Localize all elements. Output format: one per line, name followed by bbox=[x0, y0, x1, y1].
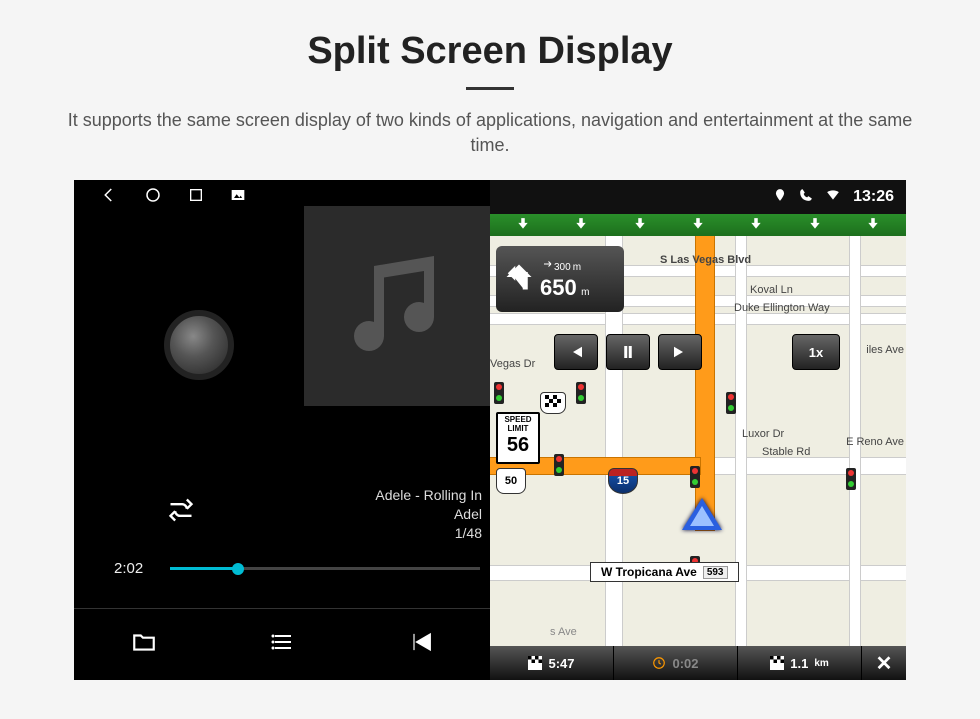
close-button[interactable]: ✕ bbox=[862, 646, 906, 680]
home-icon[interactable] bbox=[144, 186, 162, 209]
road-label: E Reno Ave bbox=[846, 436, 904, 448]
flag-icon bbox=[770, 656, 784, 670]
lane-guidance-bar bbox=[490, 214, 906, 236]
close-icon: ✕ bbox=[876, 651, 893, 676]
sim-next-button[interactable] bbox=[658, 334, 702, 370]
traffic-light-icon bbox=[576, 382, 586, 404]
street-sign-route: 593 bbox=[703, 566, 728, 579]
location-icon bbox=[773, 188, 787, 207]
road-label: iles Ave bbox=[866, 344, 904, 356]
drive-time-cell[interactable]: 0:02 bbox=[614, 646, 738, 680]
music-note-icon bbox=[339, 246, 459, 366]
traffic-light-icon bbox=[690, 466, 700, 488]
speed-limit-sign: SPEED LIMIT 56 bbox=[496, 412, 540, 464]
next-turn-arrow-icon bbox=[540, 257, 552, 275]
title-underline bbox=[466, 87, 514, 90]
album-art bbox=[304, 206, 490, 406]
traffic-light-icon bbox=[554, 454, 564, 476]
road-label: Vegas Dr bbox=[490, 358, 535, 370]
lane-arrow-down bbox=[805, 217, 825, 233]
nav-info-bar: 5:47 0:02 1.1 km ✕ bbox=[490, 646, 906, 680]
status-bar: 13:26 bbox=[490, 180, 906, 214]
turn-instruction: 300 m 650 m bbox=[496, 246, 624, 312]
music-bottom-bar bbox=[74, 608, 490, 680]
street-sign: W Tropicana Ave 593 bbox=[590, 562, 739, 582]
clock-icon bbox=[652, 656, 666, 670]
distance-cell[interactable]: 1.1 km bbox=[738, 646, 862, 680]
track-title: Adele - Rolling In bbox=[375, 486, 482, 505]
road-label: Luxor Dr bbox=[742, 428, 784, 440]
split-screen-device: Adele - Rolling In Adel 1/48 2:02 bbox=[74, 180, 906, 680]
track-artist: Adel bbox=[375, 505, 482, 524]
lane-arrow-down bbox=[746, 217, 766, 233]
turn-dist: 650 bbox=[540, 275, 577, 300]
joystick-control[interactable] bbox=[164, 310, 234, 380]
music-panel: Adele - Rolling In Adel 1/48 2:02 bbox=[74, 180, 490, 680]
clock: 13:26 bbox=[853, 188, 894, 206]
folder-button[interactable] bbox=[129, 629, 159, 660]
turn-left-icon bbox=[504, 262, 534, 297]
lane-arrow-down bbox=[513, 217, 533, 233]
seek-bar[interactable] bbox=[170, 567, 480, 570]
road-label: Stable Rd bbox=[762, 446, 810, 458]
shuffle-button[interactable] bbox=[164, 496, 198, 529]
flag-icon bbox=[528, 656, 542, 670]
lane-arrow-down bbox=[630, 217, 650, 233]
track-counter: 1/48 bbox=[375, 524, 482, 543]
sim-prev-button[interactable] bbox=[554, 334, 598, 370]
route-shield-us50: 50 bbox=[496, 468, 526, 494]
back-icon[interactable] bbox=[100, 186, 118, 209]
road-label: s Ave bbox=[550, 626, 577, 638]
traffic-light-icon bbox=[494, 382, 504, 404]
picture-icon[interactable] bbox=[230, 187, 246, 208]
route-shield-i15: 15 bbox=[608, 468, 638, 494]
progress-row: 2:02 bbox=[114, 560, 480, 577]
recents-icon[interactable] bbox=[188, 187, 204, 208]
wifi-icon bbox=[825, 188, 841, 207]
playlist-button[interactable] bbox=[268, 630, 298, 659]
page-subtitle: It supports the same screen display of t… bbox=[55, 108, 925, 158]
traffic-light-icon bbox=[726, 392, 736, 414]
road-label: S Las Vegas Blvd bbox=[660, 254, 751, 266]
turn-unit: m bbox=[581, 287, 589, 298]
track-info: Adele - Rolling In Adel 1/48 bbox=[375, 486, 482, 543]
map-view[interactable]: S Las Vegas Blvd Koval Ln Duke Ellington… bbox=[490, 236, 906, 646]
previous-track-button[interactable] bbox=[407, 628, 435, 661]
sim-pause-button[interactable] bbox=[606, 334, 650, 370]
next-turn-unit: m bbox=[573, 262, 581, 273]
lane-arrow-down bbox=[688, 217, 708, 233]
eta-cell[interactable]: 5:47 bbox=[490, 646, 614, 680]
navigation-panel: 13:26 S Las Vegas Blvd Kov bbox=[490, 180, 906, 680]
lane-arrow-down bbox=[863, 217, 883, 233]
page-title: Split Screen Display bbox=[307, 30, 672, 73]
next-turn-dist: 300 bbox=[554, 262, 571, 273]
elapsed-time: 2:02 bbox=[114, 560, 162, 577]
sim-speed-button[interactable]: 1x bbox=[792, 334, 840, 370]
lane-arrow-down bbox=[571, 217, 591, 233]
sim-controls bbox=[554, 334, 702, 370]
road-label: Duke Ellington Way bbox=[734, 302, 830, 314]
road-label: Koval Ln bbox=[750, 284, 793, 296]
traffic-light-icon bbox=[846, 468, 856, 490]
phone-icon bbox=[799, 188, 813, 207]
current-position-arrow bbox=[682, 498, 722, 530]
checkered-flag-icon bbox=[540, 392, 566, 414]
